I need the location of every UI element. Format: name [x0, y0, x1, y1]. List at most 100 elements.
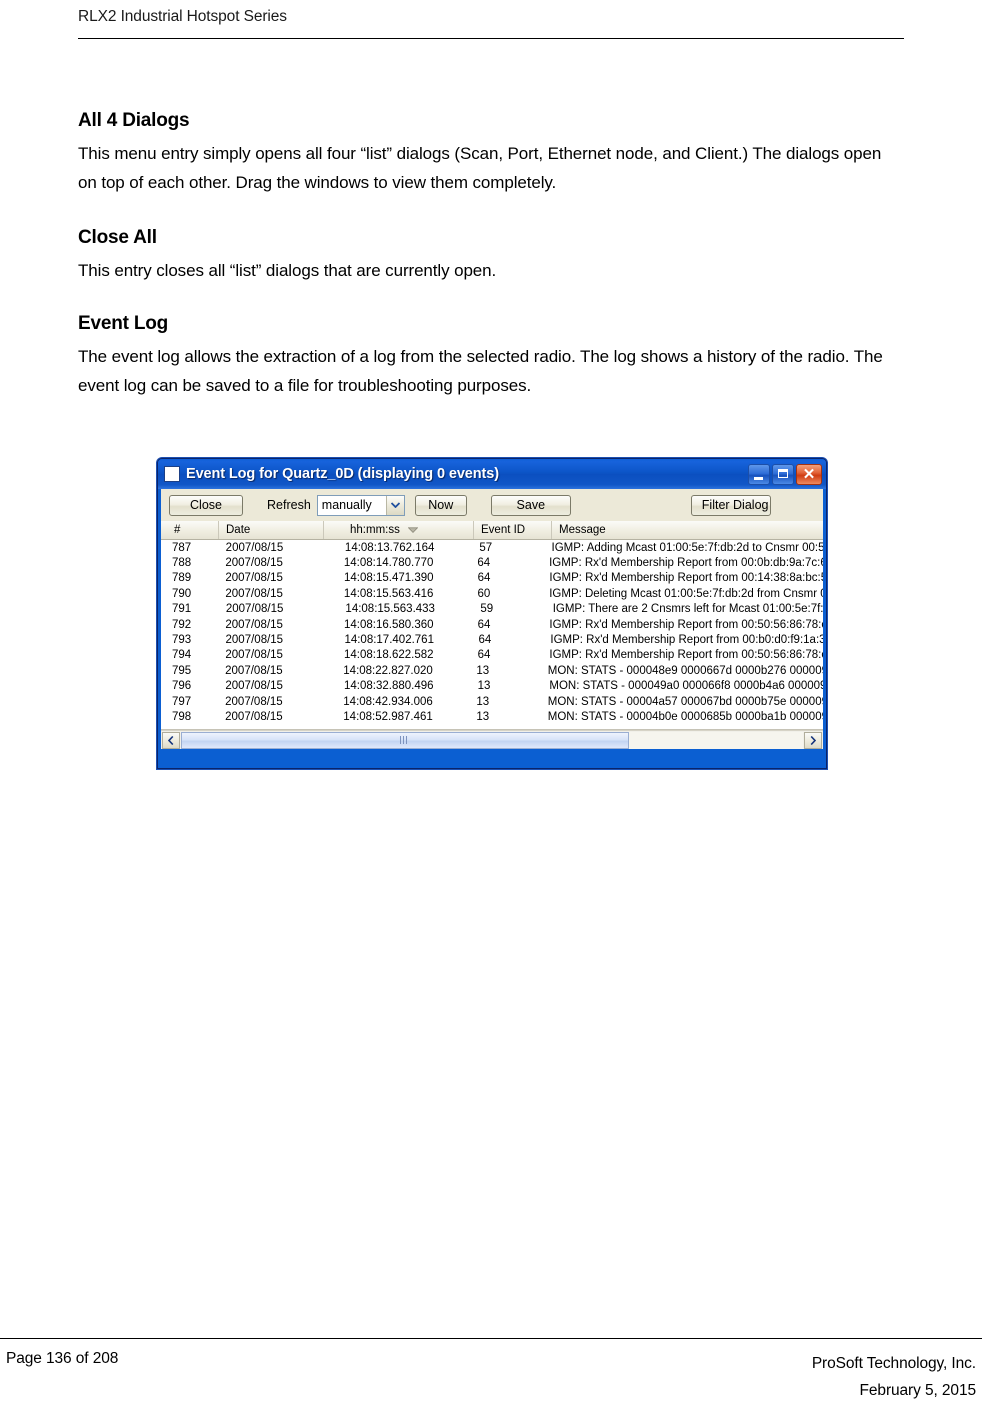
table-row[interactable]: 792 2007/08/15 14:08:16.580.360 64 IGMP: Rx'…	[161, 617, 823, 632]
document-date: February 5, 2015	[859, 1382, 977, 1400]
cell-time: 14:08:42.934.006	[343, 695, 433, 708]
table-row[interactable]: 791 2007/08/15 14:08:15.563.433 59 IGMP: The…	[161, 602, 823, 617]
cell-message: MON: STATS - 000048e9 0000667d 0000b276 …	[547, 664, 823, 677]
table-row[interactable]: 787 2007/08/15 14:08:13.762.164 57 IGMP: Add…	[161, 540, 823, 555]
refresh-mode-select[interactable]: manually	[316, 494, 405, 516]
section-heading: Close All	[78, 227, 157, 249]
cell-event-id: 64	[477, 557, 491, 570]
scroll-left-icon[interactable]	[162, 731, 180, 749]
close-button[interactable]: Close	[169, 494, 243, 516]
cell-index: 792	[172, 618, 192, 631]
section-event-log: Event Log The event log allows the extra…	[78, 313, 888, 400]
page-number: Page 136 of 208	[6, 1350, 119, 1367]
cell-time: 14:08:14.780.770	[343, 557, 434, 570]
scrollbar-track[interactable]	[181, 731, 803, 749]
scroll-right-icon[interactable]	[804, 731, 822, 749]
cell-event-id: 57	[479, 541, 493, 554]
column-header-time[interactable]: hh:mm:ss	[324, 521, 474, 539]
column-header-event-id[interactable]: Event ID	[474, 521, 552, 539]
cell-date: 2007/08/15	[225, 541, 284, 554]
footer-divider	[0, 1338, 982, 1339]
company-name: ProSoft Technology, Inc.	[811, 1355, 976, 1372]
table-row[interactable]: 797 2007/08/15 14:08:42.934.006 13 MON: STAT…	[161, 694, 823, 709]
cell-message: IGMP: Rx'd Membership Report from 00:50:…	[549, 649, 823, 662]
cell-date: 2007/08/15	[225, 649, 283, 662]
cell-message: MON: STATS - 00004a57 000067bd 0000b75e …	[547, 695, 823, 708]
cell-index: 790	[172, 587, 192, 600]
cell-time: 14:08:22.827.020	[343, 664, 433, 677]
cell-event-id: 60	[477, 587, 491, 600]
cell-event-id: 13	[476, 710, 490, 723]
cell-event-id: 64	[477, 572, 491, 585]
section-paragraph: This entry closes all “list” dialogs tha…	[78, 261, 497, 281]
cell-message: IGMP: Rx'd Membership Report from 00:50:…	[549, 618, 823, 631]
table-row[interactable]: 798 2007/08/15 14:08:52.987.461 13 MON: STAT…	[161, 709, 823, 724]
sort-descending-icon	[407, 527, 418, 533]
minimize-icon[interactable]	[748, 463, 770, 485]
filter-dialog-button[interactable]: Filter Dialog	[690, 494, 771, 516]
cell-date: 2007/08/15	[225, 587, 283, 600]
cell-time: 14:08:17.402.761	[344, 634, 434, 647]
cell-index: 794	[172, 649, 192, 662]
cell-message: IGMP: Deleting Mcast 01:00:5e:7f:db:2d f…	[549, 587, 823, 600]
page-content: All 4 Dialogs This menu entry simply ope…	[78, 110, 888, 401]
cell-event-id: 13	[477, 680, 491, 693]
footer-company-block: ProSoft Technology, Inc. February 5, 201…	[812, 1350, 976, 1404]
scrollbar-grip	[400, 736, 410, 744]
window-title: Event Log for Quartz_0D (displaying 0 ev…	[186, 466, 499, 482]
cell-index: 789	[172, 572, 192, 585]
cell-event-id: 59	[480, 603, 494, 616]
section-close-all: Close All This entry closes all “list” d…	[78, 227, 888, 285]
chevron-down-icon[interactable]	[385, 495, 404, 515]
cell-index: 798	[172, 710, 192, 723]
cell-message: MON: STATS - 00004b0e 0000685b 0000ba1b …	[547, 710, 823, 723]
cell-index: 795	[172, 664, 192, 677]
cell-date: 2007/08/15	[225, 603, 284, 616]
cell-date: 2007/08/15	[225, 695, 283, 708]
window-controls: ✕	[748, 463, 824, 485]
cell-index: 796	[172, 680, 192, 693]
event-log-dialog-figure: Event Log for Quartz_0D (displaying 0 ev…	[157, 458, 827, 769]
cell-message: IGMP: Rx'd Membership Report from 00:0b:…	[549, 557, 823, 570]
section-paragraph: The event log allows the extraction of a…	[78, 347, 883, 396]
cell-time: 14:08:16.580.360	[344, 618, 434, 631]
cell-event-id: 64	[477, 649, 491, 662]
cell-date: 2007/08/15	[225, 680, 283, 693]
table-row[interactable]: 789 2007/08/15 14:08:15.471.390 64 IGMP: Rx'…	[161, 571, 823, 586]
column-header-time-label: hh:mm:ss	[350, 524, 400, 536]
table-row[interactable]: 788 2007/08/15 14:08:14.780.770 64 IGMP: Rx'…	[161, 555, 823, 570]
window-titlebar[interactable]: Event Log for Quartz_0D (displaying 0 ev…	[158, 459, 826, 489]
cell-index: 788	[172, 557, 192, 570]
horizontal-scrollbar[interactable]	[161, 730, 823, 749]
scrollbar-thumb[interactable]	[181, 731, 629, 749]
now-button[interactable]: Now	[414, 494, 467, 516]
table-row[interactable]: 790 2007/08/15 14:08:15.563.416 60 IGMP: Del…	[161, 586, 823, 601]
column-header-message[interactable]: Message	[552, 521, 823, 539]
cell-event-id: 64	[478, 634, 492, 647]
cell-message: MON: STATS - 000049a0 000066f8 0000b4a6 …	[549, 680, 823, 693]
cell-time: 14:08:15.471.390	[344, 572, 434, 585]
cell-message: IGMP: Rx'd Membership Report from 00:b0:…	[550, 634, 823, 647]
cell-message: IGMP: Adding Mcast 01:00:5e:7f:db:2d to …	[551, 541, 823, 554]
table-row[interactable]: 795 2007/08/15 14:08:22.827.020 13 MON: STAT…	[161, 663, 823, 678]
column-header-date[interactable]: Date	[219, 521, 324, 539]
table-row[interactable]: 794 2007/08/15 14:08:18.622.582 64 IGMP: Rx'…	[161, 648, 823, 663]
document-header-title: RLX2 Industrial Hotspot Series	[78, 8, 287, 25]
table-row[interactable]: 796 2007/08/15 14:08:32.880.496 13 MON: STAT…	[161, 679, 823, 694]
table-header-row: # Date hh:mm:ss Event ID Message	[161, 521, 823, 540]
cell-event-id: 13	[476, 664, 490, 677]
footer-row: Page 136 of 208 ProSoft Technology, Inc.…	[0, 1350, 982, 1404]
cell-date: 2007/08/15	[225, 557, 283, 570]
cell-date: 2007/08/15	[225, 634, 284, 647]
maximize-icon[interactable]	[772, 463, 794, 485]
cell-time: 14:08:15.563.416	[343, 587, 434, 600]
cell-index: 787	[172, 541, 192, 554]
column-header-index[interactable]: #	[161, 521, 219, 539]
cell-index: 797	[172, 695, 192, 708]
cell-index: 793	[172, 634, 192, 647]
close-icon[interactable]: ✕	[796, 463, 822, 485]
table-row[interactable]: 793 2007/08/15 14:08:17.402.761 64 IGMP: Rx'…	[161, 632, 823, 647]
save-button[interactable]: Save	[490, 494, 571, 516]
cell-date: 2007/08/15	[225, 710, 283, 723]
